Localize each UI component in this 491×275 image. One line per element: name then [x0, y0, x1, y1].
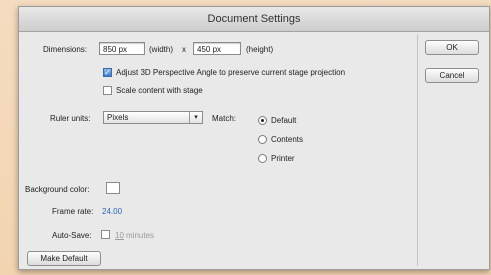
match-label: Match:	[212, 114, 237, 123]
auto-save-checkbox[interactable]	[101, 230, 110, 239]
ruler-units-label: Ruler units:	[50, 114, 91, 123]
height-input[interactable]: 450 px	[193, 42, 241, 55]
scale-content-checkbox[interactable]	[103, 86, 112, 95]
background-color-label: Background color:	[25, 185, 90, 194]
auto-save-interval[interactable]: 10	[115, 231, 124, 240]
width-input[interactable]: 850 px	[99, 42, 145, 55]
document-settings-dialog: Document Settings Dimensions: 850 px (wi…	[18, 6, 490, 270]
ok-button[interactable]: OK	[425, 40, 479, 55]
height-label: (height)	[246, 45, 274, 54]
match-contents-radio[interactable]	[258, 135, 267, 144]
auto-save-label: Auto-Save:	[52, 231, 92, 240]
match-default-label: Default	[271, 116, 297, 125]
dialog-title: Document Settings	[19, 7, 489, 32]
ruler-units-select[interactable]: Pixels ▾	[103, 111, 203, 124]
match-contents-label: Contents	[271, 135, 304, 144]
chevron-down-icon: ▾	[189, 112, 202, 123]
adjust-3d-label: Adjust 3D Perspective Angle to preserve …	[116, 68, 346, 77]
match-default-radio[interactable]	[258, 116, 267, 125]
match-printer-label: Printer	[271, 154, 295, 163]
adjust-3d-checkbox[interactable]: ✓	[103, 68, 112, 77]
make-default-button[interactable]: Make Default	[27, 251, 101, 266]
frame-rate-label: Frame rate:	[52, 207, 94, 216]
ruler-units-value: Pixels	[107, 113, 129, 122]
times-label: x	[182, 45, 186, 54]
cancel-button[interactable]: Cancel	[425, 68, 479, 83]
dimensions-label: Dimensions:	[43, 45, 88, 54]
match-printer-radio[interactable]	[258, 154, 267, 163]
background-color-swatch[interactable]	[106, 182, 120, 194]
width-label: (width)	[149, 45, 174, 54]
frame-rate-value[interactable]: 24.00	[102, 207, 122, 216]
divider	[417, 34, 418, 266]
auto-save-unit: minutes	[126, 231, 155, 240]
scale-content-label: Scale content with stage	[116, 86, 203, 95]
